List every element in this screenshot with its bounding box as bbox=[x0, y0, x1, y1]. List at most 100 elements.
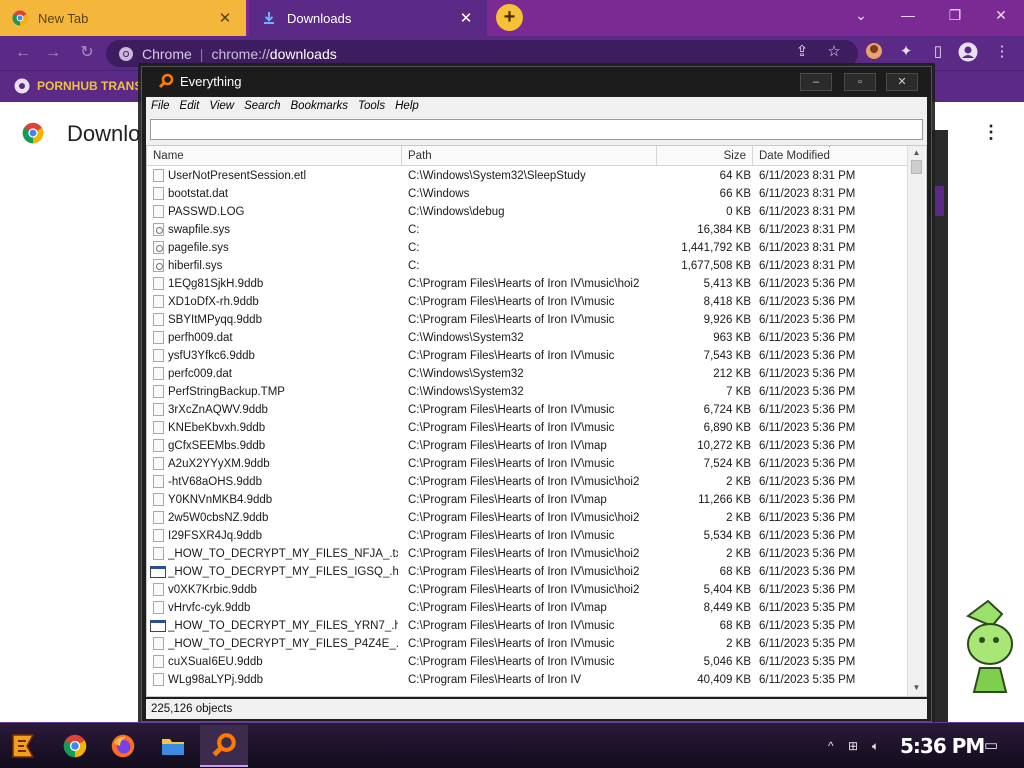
share-icon[interactable]: ⇪ bbox=[792, 42, 812, 62]
taskbar-clock[interactable]: 5:36 PM bbox=[900, 734, 985, 758]
table-row[interactable]: UserNotPresentSession.etl C:\Windows\Syst… bbox=[147, 167, 907, 185]
table-row[interactable]: perfh009.dat C:\Windows\System32 963 KB 6/1… bbox=[147, 329, 907, 347]
page-more-menu-icon[interactable]: ⋮ bbox=[982, 122, 1000, 143]
start-icon[interactable] bbox=[8, 731, 38, 761]
bookmark-star-icon[interactable]: ☆ bbox=[824, 42, 844, 62]
table-row[interactable]: _HOW_TO_DECRYPT_MY_FILES_IGSQ_.hta C:\Pro… bbox=[147, 563, 907, 581]
table-row[interactable]: pagefile.sys C: 1,441,792 KB 6/11/2023 8:31… bbox=[147, 239, 907, 257]
table-row[interactable]: cuXSuaI6EU.9ddb C:\Program Files\Hearts o… bbox=[147, 653, 907, 671]
table-row[interactable]: swapfile.sys C: 16,384 KB 6/11/2023 8:31 PM bbox=[147, 221, 907, 239]
everything-maximize-button[interactable]: ▫ bbox=[844, 73, 876, 91]
everything-search-bar bbox=[146, 115, 927, 145]
menu-edit[interactable]: Edit bbox=[180, 100, 200, 112]
table-row[interactable]: _HOW_TO_DECRYPT_MY_FILES_P4Z4E_.txt C:\Pr… bbox=[147, 635, 907, 653]
firefox-icon[interactable] bbox=[108, 731, 138, 761]
side-panel-icon[interactable]: ▯ bbox=[928, 42, 948, 62]
cell-size: 6,724 KB bbox=[703, 404, 751, 416]
table-row[interactable]: SBYItMPyqq.9ddb C:\Program Files\Hearts o… bbox=[147, 311, 907, 329]
hta-file-icon bbox=[150, 566, 166, 578]
menu-help[interactable]: Help bbox=[395, 100, 419, 112]
table-row[interactable]: perfc009.dat C:\Windows\System32 212 KB 6/1… bbox=[147, 365, 907, 383]
close-tab-button[interactable]: ✕ bbox=[457, 9, 475, 27]
results-scrollbar[interactable]: ▲ ▼ bbox=[907, 146, 925, 696]
omnibox-separator: | bbox=[199, 45, 204, 62]
table-row[interactable]: gCfxSEEMbs.9ddb C:\Program Files\Hearts o… bbox=[147, 437, 907, 455]
column-header-size[interactable]: Size bbox=[657, 146, 753, 166]
cell-size: 0 KB bbox=[726, 206, 751, 218]
minimize-window-button[interactable]: — bbox=[885, 0, 931, 30]
table-row[interactable]: ysfU3Yfkc6.9ddb C:\Program Files\Hearts o… bbox=[147, 347, 907, 365]
column-header-date-modified[interactable]: Date Modified bbox=[753, 146, 907, 166]
table-row[interactable]: XD1oDfX-rh.9ddb C:\Program Files\Hearts o… bbox=[147, 293, 907, 311]
everything-search-input[interactable] bbox=[150, 119, 923, 140]
extension-avatar-icon[interactable] bbox=[864, 42, 884, 62]
cell-name: gCfxSEEMbs.9ddb bbox=[168, 440, 266, 452]
notifications-icon[interactable]: ▭ bbox=[984, 737, 998, 755]
cell-path: C:\Program Files\Hearts of Iron IV\map bbox=[408, 494, 607, 506]
cell-path: C: bbox=[408, 260, 420, 272]
table-row[interactable]: 3rXcZnAQWV.9ddb C:\Program Files\Hearts o… bbox=[147, 401, 907, 419]
new-tab-button[interactable]: + bbox=[496, 4, 523, 31]
table-row[interactable]: A2uX2YYyXM.9ddb C:\Program Files\Hearts o… bbox=[147, 455, 907, 473]
file-icon bbox=[153, 457, 164, 470]
file-icon bbox=[153, 187, 164, 200]
file-icon bbox=[153, 547, 164, 560]
scroll-up-icon[interactable]: ▲ bbox=[911, 147, 922, 159]
cell-path: C:\Program Files\Hearts of Iron IV\map bbox=[408, 602, 607, 614]
close-window-button[interactable]: ✕ bbox=[978, 0, 1024, 30]
table-row[interactable]: v0XK7Krbic.9ddb C:\Program Files\Hearts o… bbox=[147, 581, 907, 599]
table-row[interactable]: 2w5W0cbsNZ.9ddb C:\Program Files\Hearts o… bbox=[147, 509, 907, 527]
tab-new-tab[interactable]: New Tab ✕ bbox=[0, 0, 246, 36]
url-scheme: chrome:// bbox=[211, 45, 270, 62]
column-header-path[interactable]: Path bbox=[402, 146, 657, 166]
column-header-name[interactable]: Name bbox=[147, 146, 402, 166]
cell-date-modified: 6/11/2023 5:36 PM bbox=[759, 278, 856, 290]
menu-view[interactable]: View bbox=[209, 100, 234, 112]
menu-bookmarks[interactable]: Bookmarks bbox=[291, 100, 349, 112]
back-icon[interactable]: ← bbox=[12, 42, 34, 64]
menu-tools[interactable]: Tools bbox=[358, 100, 385, 112]
everything-minimize-button[interactable]: – bbox=[800, 73, 832, 91]
table-row[interactable]: WLg98aLYPj.9ddb C:\Program Files\Hearts o… bbox=[147, 671, 907, 689]
volume-icon[interactable]: 🔈︎ bbox=[872, 737, 879, 755]
tab-downloads[interactable]: Downloads ✕ bbox=[249, 0, 487, 36]
table-row[interactable]: hiberfil.sys C: 1,677,508 KB 6/11/2023 8:31… bbox=[147, 257, 907, 275]
chrome-menu-icon[interactable]: ⋮ bbox=[992, 42, 1012, 62]
file-explorer-icon[interactable] bbox=[158, 731, 188, 761]
extensions-puzzle-icon[interactable]: ✦ bbox=[896, 42, 916, 62]
address-bar[interactable]: Chrome | chrome://downloads bbox=[106, 40, 858, 67]
table-row[interactable]: Y0KNVnMKB4.9ddb C:\Program Files\Hearts o… bbox=[147, 491, 907, 509]
bookmark-item[interactable]: PORNHUB TRANS bbox=[14, 78, 142, 94]
table-row[interactable]: 1EQg81SjkH.9ddb C:\Program Files\Hearts o… bbox=[147, 275, 907, 293]
scroll-thumb[interactable] bbox=[911, 160, 922, 174]
table-row[interactable]: vHrvfc-cyk.9ddb C:\Program Files\Hearts o… bbox=[147, 599, 907, 617]
cell-name: Y0KNVnMKB4.9ddb bbox=[168, 494, 273, 506]
reload-icon[interactable]: ↻ bbox=[76, 42, 98, 64]
profile-avatar-icon[interactable] bbox=[958, 42, 978, 62]
table-row[interactable]: PASSWD.LOG C:\Windows\debug 0 KB 6/11/2023 … bbox=[147, 203, 907, 221]
cell-size: 7,524 KB bbox=[703, 458, 751, 470]
everything-search-icon[interactable] bbox=[200, 725, 248, 767]
menu-file[interactable]: File bbox=[151, 100, 170, 112]
table-row[interactable]: _HOW_TO_DECRYPT_MY_FILES_NFJA_.txt C:\Pro… bbox=[147, 545, 907, 563]
table-row[interactable]: KNEbeKbvxh.9ddb C:\Program Files\Hearts o… bbox=[147, 419, 907, 437]
everything-close-button[interactable]: ✕ bbox=[886, 73, 918, 91]
menu-search[interactable]: Search bbox=[244, 100, 280, 112]
forward-icon[interactable]: → bbox=[42, 42, 64, 64]
table-row[interactable]: -htV68aOHS.9ddb C:\Program Files\Hearts o… bbox=[147, 473, 907, 491]
chrome-icon[interactable] bbox=[60, 731, 90, 761]
network-icon[interactable]: ⊞ bbox=[848, 737, 858, 755]
close-tab-button[interactable]: ✕ bbox=[216, 9, 234, 27]
cell-path: C:\Program Files\Hearts of Iron IV\music… bbox=[408, 566, 640, 578]
cell-date-modified: 6/11/2023 8:31 PM bbox=[759, 206, 856, 218]
everything-titlebar[interactable]: Everything – ▫ ✕ bbox=[142, 67, 931, 95]
table-row[interactable]: I29FSXR4Jq.9ddb C:\Program Files\Hearts o… bbox=[147, 527, 907, 545]
table-row[interactable]: PerfStringBackup.TMP C:\Windows\System32 7… bbox=[147, 383, 907, 401]
cell-name: WLg98aLYPj.9ddb bbox=[168, 674, 264, 686]
table-row[interactable]: bootstat.dat C:\Windows 66 KB 6/11/2023 8:3… bbox=[147, 185, 907, 203]
scroll-down-icon[interactable]: ▼ bbox=[911, 682, 922, 694]
table-row[interactable]: _HOW_TO_DECRYPT_MY_FILES_YRN7_.hta C:\Pro… bbox=[147, 617, 907, 635]
tray-overflow-icon[interactable]: ^ bbox=[828, 737, 834, 755]
restore-window-button[interactable]: ❐ bbox=[932, 0, 978, 30]
tab-search-button[interactable]: ⌄ bbox=[838, 0, 884, 30]
